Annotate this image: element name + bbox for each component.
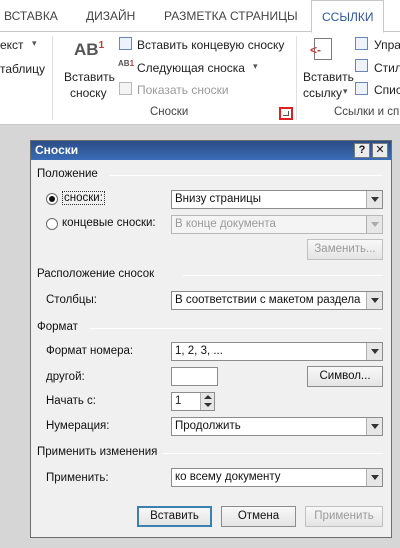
chevron-down-icon[interactable]: ▾ bbox=[32, 38, 37, 49]
chevron-down-icon[interactable] bbox=[366, 418, 382, 435]
footnotes-label-wrap: сноски: bbox=[62, 191, 105, 205]
numbering-label: Нумерация: bbox=[46, 420, 110, 432]
number-format-select[interactable]: 1, 2, 3, ... bbox=[171, 342, 383, 361]
apply-section-heading: Применить изменения bbox=[37, 446, 158, 458]
chevron-down-icon[interactable] bbox=[366, 343, 382, 360]
style-select[interactable]: Стил bbox=[374, 61, 400, 75]
next-footnote-button[interactable]: Следующая сноска bbox=[137, 61, 245, 75]
endnotes-location-value: В конце документа bbox=[175, 218, 276, 230]
insert-endnote-button[interactable]: Вставить концевую сноску bbox=[137, 38, 284, 52]
citation-icon: <- bbox=[310, 38, 332, 60]
chevron-down-icon[interactable] bbox=[366, 191, 382, 208]
columns-value: В соответствии с макетом раздела bbox=[175, 294, 361, 306]
manage-sources-icon bbox=[355, 37, 368, 50]
partial-item-table[interactable]: таблицу bbox=[0, 62, 45, 76]
partial-item-text[interactable]: екст bbox=[0, 38, 24, 52]
start-at-label: Начать с: bbox=[46, 395, 96, 407]
chevron-up-icon[interactable] bbox=[204, 395, 212, 399]
endnote-icon bbox=[119, 37, 132, 50]
symbol-button[interactable]: Символ... bbox=[307, 366, 383, 387]
position-section-heading: Положение bbox=[37, 168, 98, 180]
insert-footnote-label-2: сноску bbox=[70, 86, 107, 100]
replace-button: Заменить... bbox=[307, 239, 383, 260]
columns-label: Столбцы: bbox=[46, 294, 97, 306]
divider bbox=[183, 275, 383, 276]
numbering-value: Продолжить bbox=[175, 420, 241, 432]
help-icon[interactable]: ? bbox=[354, 143, 370, 158]
insert-footnote-label-1: Вставить bbox=[64, 70, 115, 84]
number-format-value: 1, 2, 3, ... bbox=[175, 345, 223, 357]
apply-to-select[interactable]: ко всему документу bbox=[171, 468, 383, 487]
dialog-titlebar[interactable]: Сноски ? ✕ bbox=[31, 141, 391, 160]
close-icon[interactable]: ✕ bbox=[372, 143, 388, 158]
manage-sources-button[interactable]: Упра bbox=[374, 38, 400, 52]
style-icon bbox=[355, 59, 368, 72]
footnotes-radio[interactable] bbox=[46, 193, 58, 205]
footnotes-dialog: Сноски ? ✕ Положение сноски: Внизу стран… bbox=[30, 140, 392, 538]
divider bbox=[109, 175, 383, 176]
group-separator bbox=[52, 36, 53, 120]
columns-select[interactable]: В соответствии с макетом раздела bbox=[171, 291, 383, 310]
footnote-ab-icon: AB1 bbox=[74, 40, 105, 59]
cancel-button[interactable]: Отмена bbox=[221, 506, 296, 527]
footnotes-dialog-launcher-icon[interactable] bbox=[279, 107, 293, 120]
divider bbox=[163, 453, 383, 454]
format-section-heading: Формат bbox=[37, 321, 78, 333]
insert-citation-label-2: ссылку bbox=[303, 86, 343, 100]
tab-references[interactable]: ССЫЛКИ bbox=[311, 0, 385, 33]
custom-mark-label: другой: bbox=[46, 371, 85, 383]
tab-design[interactable]: ДИЗАЙН bbox=[86, 0, 135, 32]
group-separator bbox=[296, 36, 297, 120]
show-notes-icon bbox=[119, 82, 132, 95]
footnotes-group-label: Сноски bbox=[150, 106, 189, 118]
numbering-select[interactable]: Продолжить bbox=[171, 417, 383, 436]
endnotes-label: концевые сноски: bbox=[62, 217, 156, 229]
layout-section-heading: Расположение сносок bbox=[37, 268, 155, 280]
bibliography-icon bbox=[355, 82, 368, 95]
start-at-spinner[interactable] bbox=[200, 393, 214, 410]
dialog-title: Сноски bbox=[35, 143, 79, 157]
insert-button[interactable]: Вставить bbox=[137, 506, 212, 527]
chevron-down-icon[interactable] bbox=[366, 292, 382, 309]
apply-to-value: ко всему документу bbox=[175, 471, 281, 483]
chevron-down-icon[interactable] bbox=[204, 403, 212, 407]
ribbon: ВСТАВКА ДИЗАЙН РАЗМЕТКА СТРАНИЦЫ ССЫЛКИ … bbox=[0, 0, 400, 125]
next-footnote-icon: AB1 bbox=[118, 59, 135, 68]
chevron-down-icon bbox=[366, 216, 382, 233]
show-notes-button: Показать сноски bbox=[137, 83, 229, 97]
tab-insert[interactable]: ВСТАВКА bbox=[4, 0, 58, 32]
footnotes-location-value: Внизу страницы bbox=[175, 193, 261, 205]
divider bbox=[89, 328, 383, 329]
tab-page-layout[interactable]: РАЗМЕТКА СТРАНИЦЫ bbox=[164, 0, 298, 32]
footnotes-label: сноски: bbox=[62, 191, 105, 205]
chevron-down-icon[interactable]: ▾ bbox=[253, 61, 258, 72]
apply-button: Применить bbox=[305, 506, 383, 527]
number-format-label: Формат номера: bbox=[46, 345, 134, 357]
endnotes-location-select: В конце документа bbox=[171, 215, 383, 234]
chevron-down-icon[interactable] bbox=[366, 469, 382, 486]
bibliography-button[interactable]: Спис bbox=[374, 83, 400, 97]
footnotes-location-select[interactable]: Внизу страницы bbox=[171, 190, 383, 209]
chevron-down-icon: ▾ bbox=[343, 86, 348, 96]
citations-group-label: Ссылки и сп bbox=[334, 106, 400, 118]
endnotes-radio[interactable] bbox=[46, 218, 58, 230]
start-at-input[interactable]: 1 bbox=[171, 392, 215, 411]
insert-citation-label-1: Вставить bbox=[303, 70, 354, 84]
start-at-value: 1 bbox=[175, 395, 182, 407]
apply-to-label: Применить: bbox=[46, 472, 109, 484]
custom-mark-input[interactable] bbox=[171, 367, 218, 386]
ribbon-tabs: ВСТАВКА ДИЗАЙН РАЗМЕТКА СТРАНИЦЫ ССЫЛКИ bbox=[0, 0, 400, 33]
